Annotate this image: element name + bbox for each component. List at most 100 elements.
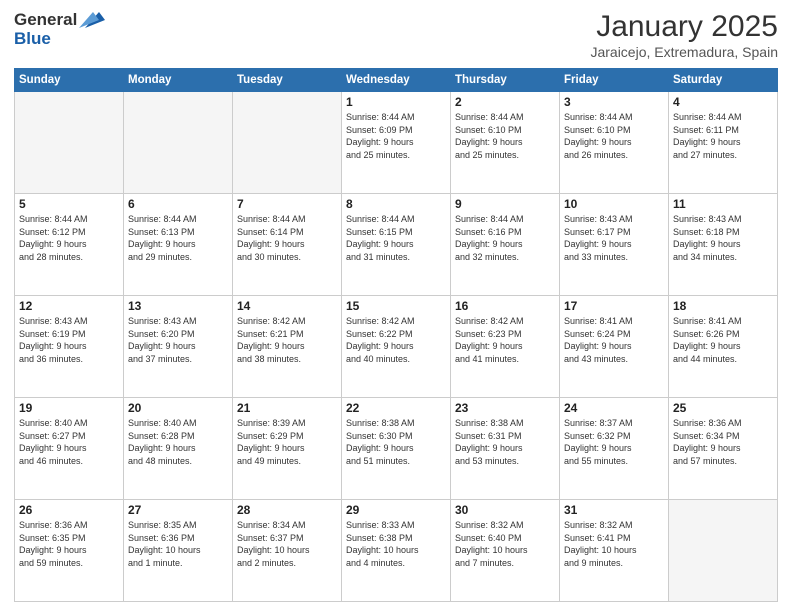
cell-w2-d7: 11 Sunrise: 8:43 AM Sunset: 6:18 PM Dayli… xyxy=(669,194,778,296)
col-saturday: Saturday xyxy=(669,69,778,92)
day-number: 24 xyxy=(564,401,664,415)
cell-w4-d2: 20 Sunrise: 8:40 AM Sunset: 6:28 PM Dayli… xyxy=(124,398,233,500)
day-number: 9 xyxy=(455,197,555,211)
cell-w5-d4: 29Sunrise: 8:33 AM Sunset: 6:38 PM Dayli… xyxy=(342,500,451,602)
col-tuesday: Tuesday xyxy=(233,69,342,92)
day-number: 19 xyxy=(19,401,119,415)
cell-w2-d1: 5Sunrise: 8:44 AM Sunset: 6:12 PM Daylig… xyxy=(15,194,124,296)
day-number: 3 xyxy=(564,95,664,109)
cell-w4-d7: 25Sunrise: 8:36 AM Sunset: 6:34 PM Dayli… xyxy=(669,398,778,500)
col-friday: Friday xyxy=(560,69,669,92)
day-info: Sunrise: 8:44 AM Sunset: 6:14 PM Dayligh… xyxy=(237,213,337,263)
header: General Blue January 2025 Jaraicejo, Ext… xyxy=(14,10,778,60)
day-number: 18 xyxy=(673,299,773,313)
day-number: 15 xyxy=(346,299,446,313)
logo-general-text: General xyxy=(14,11,77,30)
day-info: Sunrise: 8:35 AM Sunset: 6:36 PM Dayligh… xyxy=(128,519,228,569)
day-info: Sunrise: 8:36 AM Sunset: 6:34 PM Dayligh… xyxy=(673,417,773,467)
day-info: Sunrise: 8:39 AM Sunset: 6:29 PM Dayligh… xyxy=(237,417,337,467)
cell-w4-d1: 19 Sunrise: 8:40 AM Sunset: 6:27 PM Dayli… xyxy=(15,398,124,500)
week-row-4: 19 Sunrise: 8:40 AM Sunset: 6:27 PM Dayli… xyxy=(15,398,778,500)
cell-w2-d6: 10 Sunrise: 8:43 AM Sunset: 6:17 PM Dayli… xyxy=(560,194,669,296)
day-number: 22 xyxy=(346,401,446,415)
cell-w5-d1: 26 Sunrise: 8:36 AM Sunset: 6:35 PM Dayli… xyxy=(15,500,124,602)
cell-w1-d1 xyxy=(15,92,124,194)
day-info: Sunrise: 8:41 AM Sunset: 6:24 PM Dayligh… xyxy=(564,315,664,365)
cell-w3-d1: 12Sunrise: 8:43 AM Sunset: 6:19 PM Dayli… xyxy=(15,296,124,398)
day-number: 31 xyxy=(564,503,664,517)
cell-w1-d4: 1 Sunrise: 8:44 AM Sunset: 6:09 PM Daylig… xyxy=(342,92,451,194)
cell-w5-d3: 28 Sunrise: 8:34 AM Sunset: 6:37 PM Dayli… xyxy=(233,500,342,602)
day-info: Sunrise: 8:43 AM Sunset: 6:17 PM Dayligh… xyxy=(564,213,664,263)
cell-w3-d6: 17Sunrise: 8:41 AM Sunset: 6:24 PM Dayli… xyxy=(560,296,669,398)
cell-w1-d6: 3 Sunrise: 8:44 AM Sunset: 6:10 PM Daylig… xyxy=(560,92,669,194)
day-number: 4 xyxy=(673,95,773,109)
day-number: 21 xyxy=(237,401,337,415)
cell-w1-d5: 2 Sunrise: 8:44 AM Sunset: 6:10 PM Daylig… xyxy=(451,92,560,194)
day-info: Sunrise: 8:42 AM Sunset: 6:23 PM Dayligh… xyxy=(455,315,555,365)
col-sunday: Sunday xyxy=(15,69,124,92)
calendar-subtitle: Jaraicejo, Extremadura, Spain xyxy=(590,44,778,60)
cell-w5-d7 xyxy=(669,500,778,602)
day-number: 26 xyxy=(19,503,119,517)
week-row-2: 5Sunrise: 8:44 AM Sunset: 6:12 PM Daylig… xyxy=(15,194,778,296)
day-number: 28 xyxy=(237,503,337,517)
cell-w2-d5: 9 Sunrise: 8:44 AM Sunset: 6:16 PM Daylig… xyxy=(451,194,560,296)
day-number: 30 xyxy=(455,503,555,517)
calendar-title: January 2025 xyxy=(590,10,778,44)
day-number: 14 xyxy=(237,299,337,313)
calendar-table: Sunday Monday Tuesday Wednesday Thursday… xyxy=(14,68,778,602)
day-info: Sunrise: 8:44 AM Sunset: 6:09 PM Dayligh… xyxy=(346,111,446,161)
day-info: Sunrise: 8:41 AM Sunset: 6:26 PM Dayligh… xyxy=(673,315,773,365)
page: General Blue January 2025 Jaraicejo, Ext… xyxy=(0,0,792,612)
cell-w3-d3: 14 Sunrise: 8:42 AM Sunset: 6:21 PM Dayli… xyxy=(233,296,342,398)
day-number: 5 xyxy=(19,197,119,211)
day-info: Sunrise: 8:43 AM Sunset: 6:18 PM Dayligh… xyxy=(673,213,773,263)
logo: General Blue xyxy=(14,10,105,49)
header-row: Sunday Monday Tuesday Wednesday Thursday… xyxy=(15,69,778,92)
day-number: 23 xyxy=(455,401,555,415)
day-info: Sunrise: 8:43 AM Sunset: 6:20 PM Dayligh… xyxy=(128,315,228,365)
day-number: 8 xyxy=(346,197,446,211)
day-number: 16 xyxy=(455,299,555,313)
day-info: Sunrise: 8:32 AM Sunset: 6:41 PM Dayligh… xyxy=(564,519,664,569)
day-number: 6 xyxy=(128,197,228,211)
day-info: Sunrise: 8:32 AM Sunset: 6:40 PM Dayligh… xyxy=(455,519,555,569)
day-info: Sunrise: 8:34 AM Sunset: 6:37 PM Dayligh… xyxy=(237,519,337,569)
day-info: Sunrise: 8:40 AM Sunset: 6:28 PM Dayligh… xyxy=(128,417,228,467)
day-number: 27 xyxy=(128,503,228,517)
day-info: Sunrise: 8:44 AM Sunset: 6:10 PM Dayligh… xyxy=(455,111,555,161)
title-block: January 2025 Jaraicejo, Extremadura, Spa… xyxy=(590,10,778,60)
cell-w3-d5: 16 Sunrise: 8:42 AM Sunset: 6:23 PM Dayli… xyxy=(451,296,560,398)
day-number: 10 xyxy=(564,197,664,211)
col-monday: Monday xyxy=(124,69,233,92)
day-info: Sunrise: 8:44 AM Sunset: 6:10 PM Dayligh… xyxy=(564,111,664,161)
week-row-1: 1 Sunrise: 8:44 AM Sunset: 6:09 PM Daylig… xyxy=(15,92,778,194)
logo-blue-text: Blue xyxy=(14,30,105,49)
cell-w1-d7: 4Sunrise: 8:44 AM Sunset: 6:11 PM Daylig… xyxy=(669,92,778,194)
day-info: Sunrise: 8:36 AM Sunset: 6:35 PM Dayligh… xyxy=(19,519,119,569)
day-info: Sunrise: 8:33 AM Sunset: 6:38 PM Dayligh… xyxy=(346,519,446,569)
day-info: Sunrise: 8:42 AM Sunset: 6:21 PM Dayligh… xyxy=(237,315,337,365)
day-number: 1 xyxy=(346,95,446,109)
day-info: Sunrise: 8:37 AM Sunset: 6:32 PM Dayligh… xyxy=(564,417,664,467)
day-info: Sunrise: 8:40 AM Sunset: 6:27 PM Dayligh… xyxy=(19,417,119,467)
cell-w1-d3 xyxy=(233,92,342,194)
cell-w3-d2: 13Sunrise: 8:43 AM Sunset: 6:20 PM Dayli… xyxy=(124,296,233,398)
week-row-5: 26 Sunrise: 8:36 AM Sunset: 6:35 PM Dayli… xyxy=(15,500,778,602)
cell-w5-d5: 30 Sunrise: 8:32 AM Sunset: 6:40 PM Dayli… xyxy=(451,500,560,602)
day-info: Sunrise: 8:38 AM Sunset: 6:31 PM Dayligh… xyxy=(455,417,555,467)
col-wednesday: Wednesday xyxy=(342,69,451,92)
cell-w4-d3: 21 Sunrise: 8:39 AM Sunset: 6:29 PM Dayli… xyxy=(233,398,342,500)
cell-w5-d2: 27 Sunrise: 8:35 AM Sunset: 6:36 PM Dayli… xyxy=(124,500,233,602)
day-number: 2 xyxy=(455,95,555,109)
cell-w4-d4: 22Sunrise: 8:38 AM Sunset: 6:30 PM Dayli… xyxy=(342,398,451,500)
day-number: 12 xyxy=(19,299,119,313)
col-thursday: Thursday xyxy=(451,69,560,92)
day-info: Sunrise: 8:44 AM Sunset: 6:13 PM Dayligh… xyxy=(128,213,228,263)
cell-w1-d2 xyxy=(124,92,233,194)
day-info: Sunrise: 8:44 AM Sunset: 6:16 PM Dayligh… xyxy=(455,213,555,263)
day-number: 20 xyxy=(128,401,228,415)
cell-w3-d7: 18 Sunrise: 8:41 AM Sunset: 6:26 PM Dayli… xyxy=(669,296,778,398)
day-number: 11 xyxy=(673,197,773,211)
